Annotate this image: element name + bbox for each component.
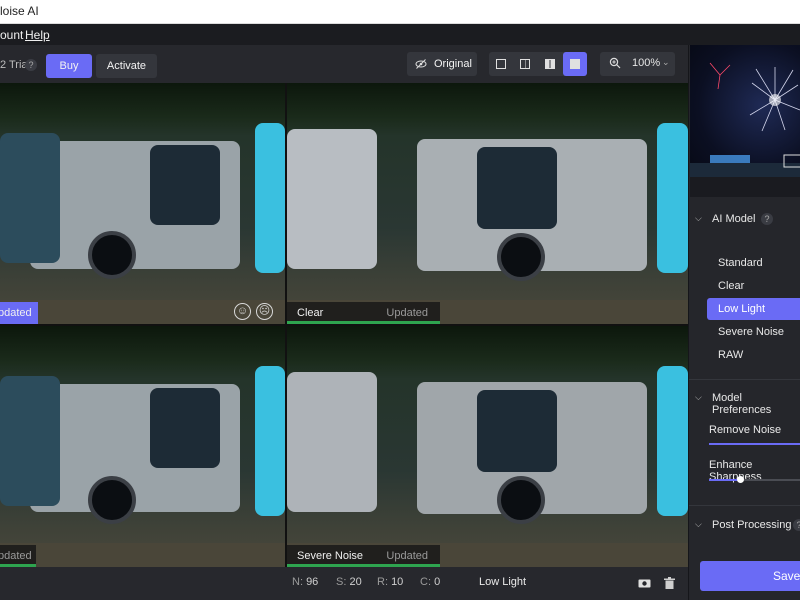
- preview-image-window: [477, 147, 557, 229]
- model-option-label: RAW: [718, 349, 744, 361]
- side-by-side-icon: [545, 59, 555, 69]
- preview-pane[interactable]: pdated ☺ ☹: [0, 83, 285, 324]
- preview-image-vehicle-right: [255, 366, 285, 516]
- chevron-down-icon: ⌄: [662, 57, 670, 67]
- model-option-label: Clear: [718, 280, 745, 292]
- status-bar: N: 96 S: 20 R: 10 C: 0 Low Light: [0, 567, 688, 600]
- model-option-label: Severe Noise: [718, 326, 785, 338]
- original-button[interactable]: Original: [407, 52, 477, 76]
- split-view-button[interactable]: [513, 52, 537, 76]
- trash-icon[interactable]: [664, 577, 675, 589]
- chevron-down-icon: ⌵: [695, 519, 702, 529]
- help-icon[interactable]: ?: [793, 519, 800, 531]
- quad-view-button[interactable]: [563, 52, 587, 76]
- remove-noise-slider[interactable]: [709, 443, 800, 445]
- preview-image-vehicle: [287, 129, 377, 269]
- sharpness-key: S:: [336, 576, 347, 588]
- recover-value: R: 10: [377, 576, 403, 588]
- model-option-standard[interactable]: Standard: [707, 252, 800, 274]
- preview-image-vehicle-right: [657, 123, 688, 273]
- preview-image-window: [477, 390, 557, 472]
- current-model-label: Low Light: [479, 576, 527, 588]
- noise-value: N: 96: [292, 576, 318, 588]
- divider: [689, 505, 800, 506]
- buy-button[interactable]: Buy: [46, 54, 92, 78]
- preview-image-wheel: [88, 476, 136, 524]
- sharpness-value: S: 20: [336, 576, 362, 588]
- recover-number: 10: [391, 576, 404, 588]
- smile-icon[interactable]: ☺: [234, 303, 251, 320]
- remove-noise-label: Remove Noise: [709, 424, 782, 436]
- enhance-sharpness-track: [741, 479, 800, 481]
- camera-icon[interactable]: [638, 578, 651, 588]
- model-option-label: Low Light: [718, 303, 766, 315]
- noise-number: 96: [306, 576, 319, 588]
- window-title: loise AI: [0, 4, 39, 18]
- settings-panel: ⌵ AI Model ? Standard Clear Low Light Se…: [688, 45, 800, 600]
- help-icon[interactable]: ?: [25, 59, 37, 71]
- chevron-down-icon: ⌵: [695, 392, 702, 402]
- progress-bar: [287, 321, 440, 324]
- side-by-side-view-button[interactable]: [538, 52, 562, 76]
- activate-button[interactable]: Activate: [96, 54, 157, 78]
- preview-image-window: [150, 145, 220, 225]
- navigator-thumbnail[interactable]: [690, 45, 800, 197]
- menu-item-help[interactable]: Help: [25, 28, 50, 42]
- model-option-severe-noise[interactable]: Severe Noise: [707, 321, 800, 343]
- preview-pane[interactable]: Severe Noise Updated: [287, 326, 688, 567]
- fireworks-image: [690, 62, 800, 197]
- preview-image-tailgate: [0, 133, 60, 263]
- sharpness-number: 20: [349, 576, 362, 588]
- color-number: 0: [434, 576, 441, 588]
- single-view-button[interactable]: [489, 52, 513, 76]
- preview-pane[interactable]: Clear Updated: [287, 83, 688, 324]
- menu-item-label: Help: [25, 28, 50, 42]
- preview-pane[interactable]: pdated: [0, 326, 285, 567]
- view-mode-group: [489, 52, 587, 76]
- noise-key: N:: [292, 576, 303, 588]
- preview-grid: pdated ☺ ☹ Clear Updated pdated Severe N…: [0, 83, 688, 567]
- preview-image-vehicle: [287, 372, 377, 512]
- quad-view-icon: [570, 59, 580, 69]
- color-key: C:: [420, 576, 431, 588]
- recover-key: R:: [377, 576, 388, 588]
- title-bar: loise AI: [0, 0, 800, 24]
- divider: [689, 379, 800, 380]
- preview-image-vehicle-right: [657, 366, 688, 516]
- help-icon[interactable]: ?: [761, 213, 773, 225]
- pane-status: pdated: [0, 307, 32, 319]
- preview-image-tailgate: [0, 376, 60, 506]
- eye-off-icon: [415, 59, 427, 69]
- model-option-low-light[interactable]: Low Light: [707, 298, 800, 320]
- menu-bar: ount Help: [0, 24, 800, 45]
- preview-image-wheel: [88, 231, 136, 279]
- zoom-level: 100%: [632, 57, 661, 69]
- model-option-label: Standard: [718, 257, 763, 269]
- zoom-control[interactable]: 100% ⌄: [600, 52, 675, 76]
- chevron-down-icon: ⌵: [695, 213, 702, 223]
- preview-image-window: [150, 388, 220, 468]
- preview-image-wheel: [497, 233, 545, 281]
- preview-image-wheel: [497, 476, 545, 524]
- save-button[interactable]: Save: [700, 561, 800, 591]
- single-view-icon: [496, 59, 506, 69]
- menu-item-account[interactable]: ount: [0, 28, 23, 42]
- preview-image-road: [0, 543, 285, 567]
- menu-item-label: ount: [0, 28, 24, 42]
- model-option-raw[interactable]: RAW: [707, 344, 800, 366]
- post-processing-title: Post Processing: [712, 519, 792, 531]
- zoom-icon: [609, 57, 621, 69]
- original-label: Original: [434, 58, 472, 70]
- enhance-sharpness-knob[interactable]: [737, 476, 744, 483]
- neutral-face-icon[interactable]: ☹: [256, 303, 273, 320]
- split-view-icon: [520, 59, 530, 69]
- model-option-clear[interactable]: Clear: [707, 275, 800, 297]
- ai-model-title: AI Model: [712, 213, 756, 225]
- model-preferences-title: Model Preferences: [712, 392, 772, 416]
- color-value: C: 0: [420, 576, 440, 588]
- preview-image-vehicle-right: [255, 123, 285, 273]
- pane-tag: pdated: [0, 302, 38, 324]
